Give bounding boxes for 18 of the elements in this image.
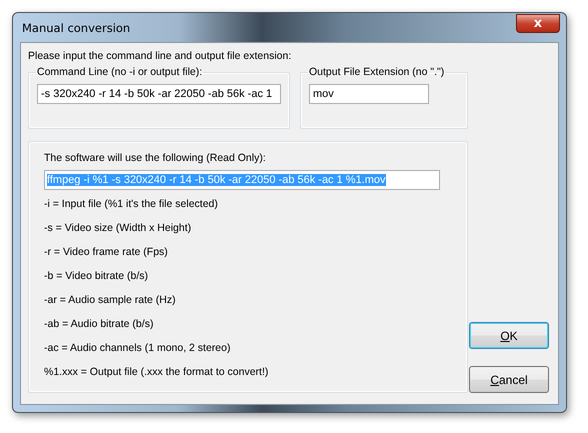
- preview-label: The software will use the following (Read Only):: [44, 151, 267, 166]
- command-line-field[interactable]: -s 320x240 -r 14 -b 50k -ar 22050 -ab 56k -ac 1: [37, 84, 281, 104]
- help-text: -ar = Audio sample rate (Hz): [44, 293, 177, 308]
- help-text: -i = Input file (%1 it's the file selected): [44, 197, 219, 212]
- help-text: -r = Video frame rate (Fps): [44, 245, 169, 260]
- help-text: %1.xxx = Output file (.xxx the format to convert!): [44, 365, 270, 380]
- extension-field[interactable]: mov: [309, 84, 429, 104]
- help-text: -ac = Audio channels (1 mono, 2 stereo): [44, 341, 232, 356]
- ok-button[interactable]: OK: [469, 322, 549, 349]
- close-button[interactable]: x: [516, 14, 560, 32]
- cancel-button[interactable]: Cancel: [469, 366, 549, 393]
- help-text: -s = Video size (Width x Height): [44, 221, 192, 236]
- window-title: Manual conversion: [22, 20, 130, 34]
- help-text: -ab = Audio bitrate (b/s): [44, 317, 154, 332]
- instruction-text: Please input the command line and output file extension:: [28, 50, 292, 64]
- group-label: Output File Extension (no "."): [308, 66, 446, 78]
- group-label: Command Line (no -i or output file):: [36, 66, 204, 78]
- help-text: -b = Video bitrate (b/s): [44, 269, 149, 284]
